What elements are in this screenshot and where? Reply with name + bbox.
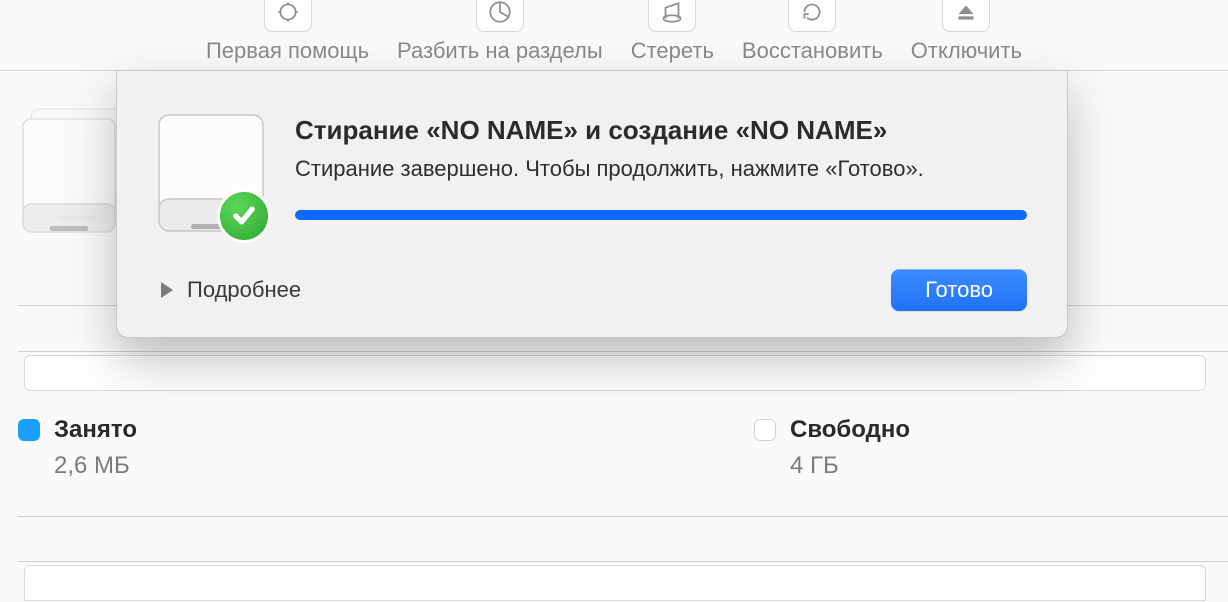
partition-icon: [476, 0, 524, 32]
toolbar-eject[interactable]: Отключить: [907, 18, 1026, 64]
restore-icon: [788, 0, 836, 32]
divider: [18, 351, 1228, 352]
usage-stats: Занято 2,6 МБ Свободно 4 ГБ: [18, 416, 1210, 480]
usage-bar: [24, 355, 1206, 391]
dialog-title: Стирание «NO NAME» и создание «NO NAME»: [295, 115, 1027, 146]
progress-bar: [295, 210, 1027, 220]
toolbar-label: Стереть: [631, 38, 714, 64]
erase-complete-dialog: Стирание «NO NAME» и создание «NO NAME» …: [116, 70, 1068, 338]
dialog-disk-icon: [157, 113, 265, 237]
toolbar-label: Восстановить: [742, 38, 883, 64]
usage-used: Занято 2,6 МБ: [18, 416, 137, 480]
secondary-bar: [24, 565, 1206, 601]
dialog-message: Стирание завершено. Чтобы продолжить, на…: [295, 156, 1027, 182]
toolbar-label: Отключить: [911, 38, 1022, 64]
used-swatch: [18, 419, 40, 441]
toolbar-label: Первая помощь: [206, 38, 369, 64]
eject-icon: [942, 0, 990, 32]
divider: [18, 561, 1228, 562]
first-aid-icon: [264, 0, 312, 32]
details-label: Подробнее: [187, 277, 301, 303]
free-label: Свободно: [790, 416, 910, 444]
toolbar-restore[interactable]: Восстановить: [738, 18, 887, 64]
done-button[interactable]: Готово: [891, 269, 1027, 311]
disclosure-triangle-icon: [161, 282, 173, 298]
toolbar-first-aid[interactable]: Первая помощь: [202, 18, 373, 64]
toolbar-label: Разбить на разделы: [397, 38, 603, 64]
free-swatch: [754, 419, 776, 441]
toolbar-partition[interactable]: Разбить на разделы: [393, 18, 607, 64]
toolbar-erase[interactable]: Стереть: [627, 18, 718, 64]
toolbar: Первая помощь Разбить на разделы Стереть…: [0, 0, 1228, 71]
usage-free: Свободно 4 ГБ: [754, 416, 910, 480]
used-value: 2,6 МБ: [54, 452, 137, 480]
details-toggle[interactable]: Подробнее: [161, 277, 301, 303]
divider: [18, 516, 1228, 517]
used-label: Занято: [54, 416, 137, 444]
erase-icon: [648, 0, 696, 32]
success-check-icon: [217, 189, 271, 243]
free-value: 4 ГБ: [790, 452, 910, 480]
